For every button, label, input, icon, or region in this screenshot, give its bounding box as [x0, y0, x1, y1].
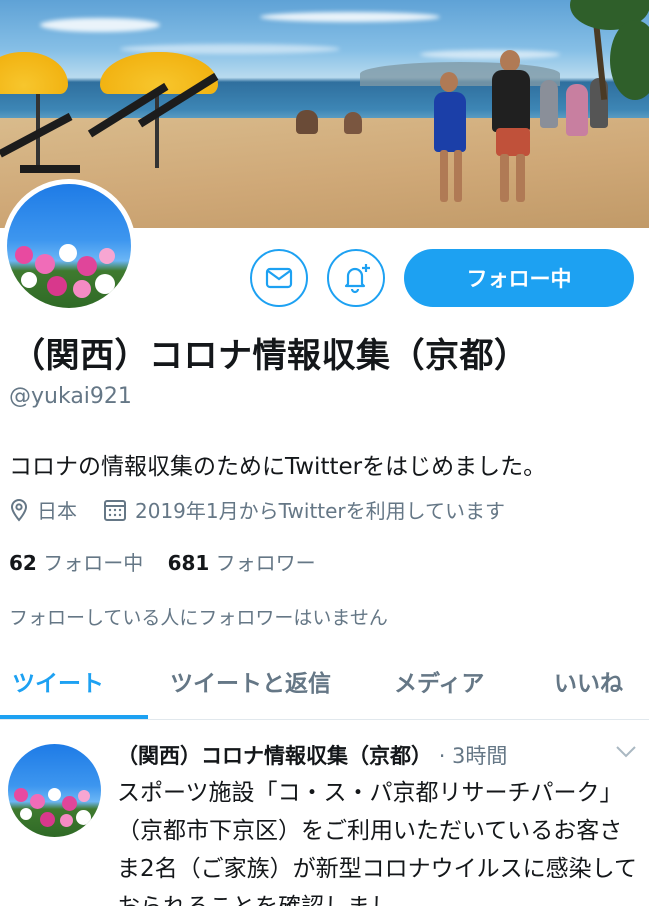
tab-tweets[interactable]: ツイート: [12, 664, 104, 698]
followers-stat[interactable]: 681 フォロワー: [168, 551, 316, 575]
bell-plus-icon: [344, 264, 370, 294]
active-tab-indicator: [0, 715, 148, 719]
notifications-button[interactable]: [327, 249, 385, 307]
tab-tweets-and-replies[interactable]: ツイートと返信: [170, 664, 331, 698]
tweet-author-name[interactable]: （関西）コロナ情報収集（京都）: [117, 744, 432, 768]
joined-text: 2019年1月からTwitterを利用しています: [135, 499, 506, 523]
followers-count: 681: [167, 551, 210, 575]
tab-media[interactable]: メディア: [394, 664, 484, 698]
followers-label: フォロワー: [215, 551, 316, 575]
calendar-icon: [104, 499, 126, 521]
location-text: 日本: [37, 499, 77, 523]
following-count: 62: [9, 551, 37, 575]
followers-you-know: フォローしている人にフォロワーはいません: [9, 607, 388, 629]
profile-meta: 日本 2019年1月からTwitterを利用しています: [9, 495, 505, 524]
chevron-down-icon[interactable]: [615, 745, 637, 759]
tweet-text[interactable]: スポーツ施設「コ・ス・パ京都リサーチパーク」（京都市下京区）をご利用いただいてい…: [117, 774, 637, 906]
following-button[interactable]: フォロー中: [404, 249, 634, 307]
mail-icon: [265, 267, 293, 289]
message-button[interactable]: [250, 249, 308, 307]
location-pin-icon: [10, 498, 28, 522]
tab-likes[interactable]: いいね: [554, 664, 623, 698]
joined-item: 2019年1月からTwitterを利用しています: [103, 495, 505, 524]
profile-bio: コロナの情報収集のためにTwitterをはじめました。: [9, 454, 547, 480]
profile-name: （関西）コロナ情報収集（京都）: [11, 336, 529, 376]
following-stat[interactable]: 62 フォロー中: [9, 551, 143, 575]
tweet-avatar[interactable]: [8, 744, 101, 837]
profile-handle: @yukai921: [9, 384, 132, 409]
profile-tabs: ツイート ツイートと返信 メディア いいね: [0, 650, 649, 720]
profile-avatar[interactable]: [2, 179, 136, 313]
location-item: 日本: [9, 495, 77, 524]
tweet-time: · 3時間: [438, 744, 508, 768]
following-label: フォロー中: [43, 551, 144, 575]
tweet-header: （関西）コロナ情報収集（京都） · 3時間: [117, 740, 637, 770]
profile-stats: 62 フォロー中 681 フォロワー: [9, 547, 316, 576]
